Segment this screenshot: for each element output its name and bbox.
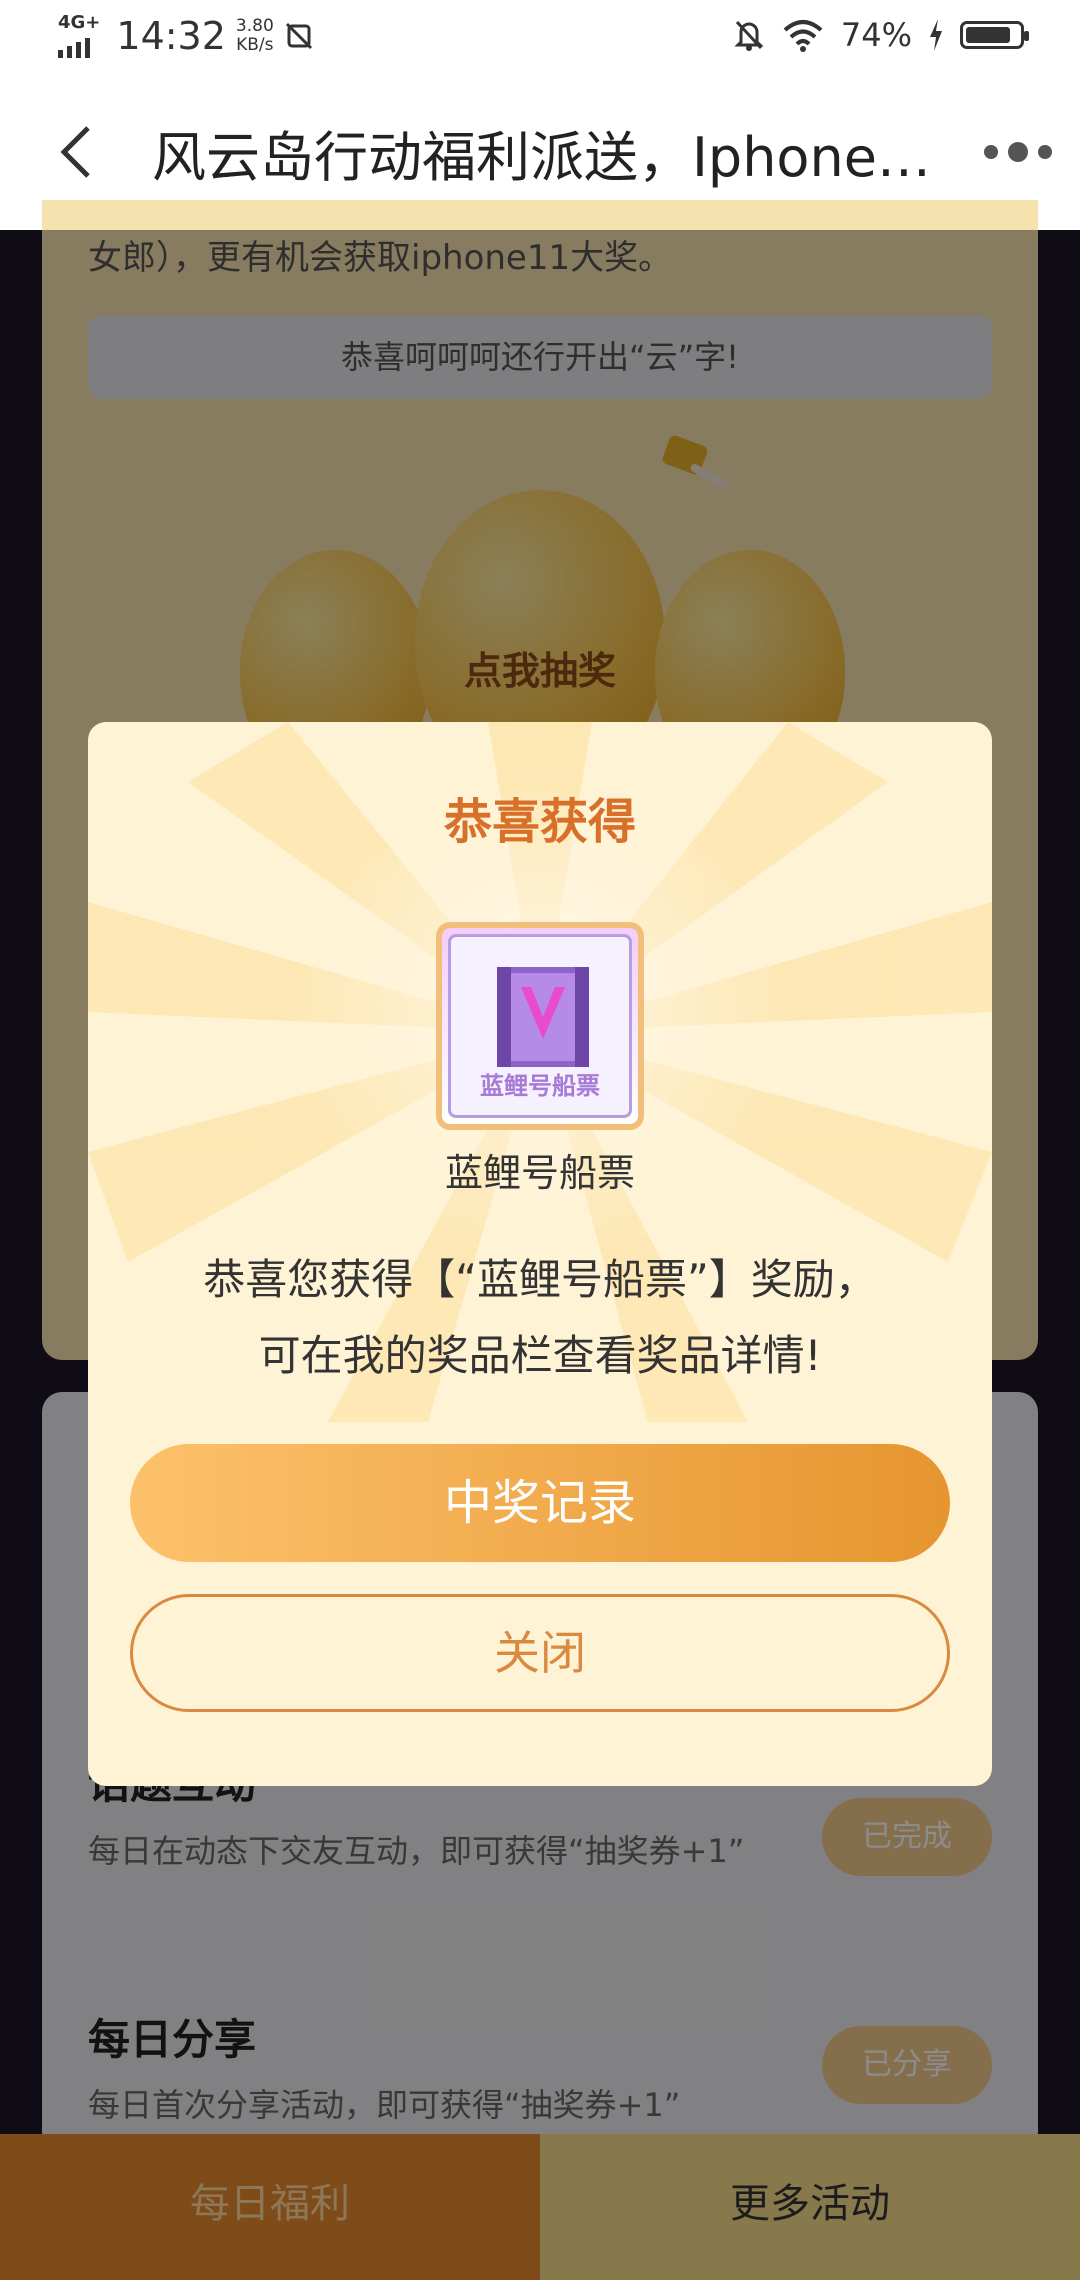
- prize-message-line2: 可在我的奖品栏查看奖品详情!: [258, 1331, 822, 1380]
- screenshot-icon: [285, 22, 312, 50]
- more-options-button[interactable]: [984, 142, 1052, 162]
- prize-message-line1: 恭喜您获得【“蓝鲤号船票”】奖励，: [203, 1255, 877, 1304]
- prize-name: 蓝鲤号船票: [444, 1151, 635, 1195]
- speed-value: 3.80: [235, 16, 274, 36]
- prize-image-label: 蓝鲤号船票: [480, 1072, 600, 1100]
- prize-records-button[interactable]: 中奖记录: [130, 1444, 950, 1562]
- mute-bell-icon: [734, 20, 764, 51]
- page-title: 风云岛行动福利派送，Iphone…: [152, 126, 931, 189]
- prize-dialog: 恭喜获得 蓝鲤号船票 蓝鲤号船票 恭喜您获得【“蓝鲤号船票”】奖励， 可在我的奖…: [88, 722, 992, 1786]
- prize-image: 蓝鲤号船票: [436, 922, 644, 1130]
- network-type: 4G+: [58, 12, 101, 33]
- signal-icon: 4G+: [58, 14, 100, 58]
- chevron-left-icon: [60, 126, 90, 178]
- speed-unit: KB/s: [236, 35, 274, 55]
- network-speed: 3.80 KB/s: [236, 17, 274, 55]
- charging-icon: [930, 19, 942, 51]
- battery-percent: 74%: [840, 16, 912, 54]
- dialog-title: 恭喜获得: [443, 794, 636, 850]
- treasure-chest-icon: [497, 967, 589, 1067]
- prize-message: 恭喜您获得【“蓝鲤号船票”】奖励， 可在我的奖品栏查看奖品详情!: [128, 1242, 952, 1394]
- wifi-icon: [783, 20, 823, 52]
- status-bar: 4G+ 14:32 3.80 KB/s 74%: [0, 0, 1080, 82]
- close-button[interactable]: 关闭: [130, 1594, 950, 1712]
- battery-icon: [960, 21, 1029, 49]
- back-button[interactable]: [56, 122, 96, 197]
- clock: 14:32: [116, 14, 226, 58]
